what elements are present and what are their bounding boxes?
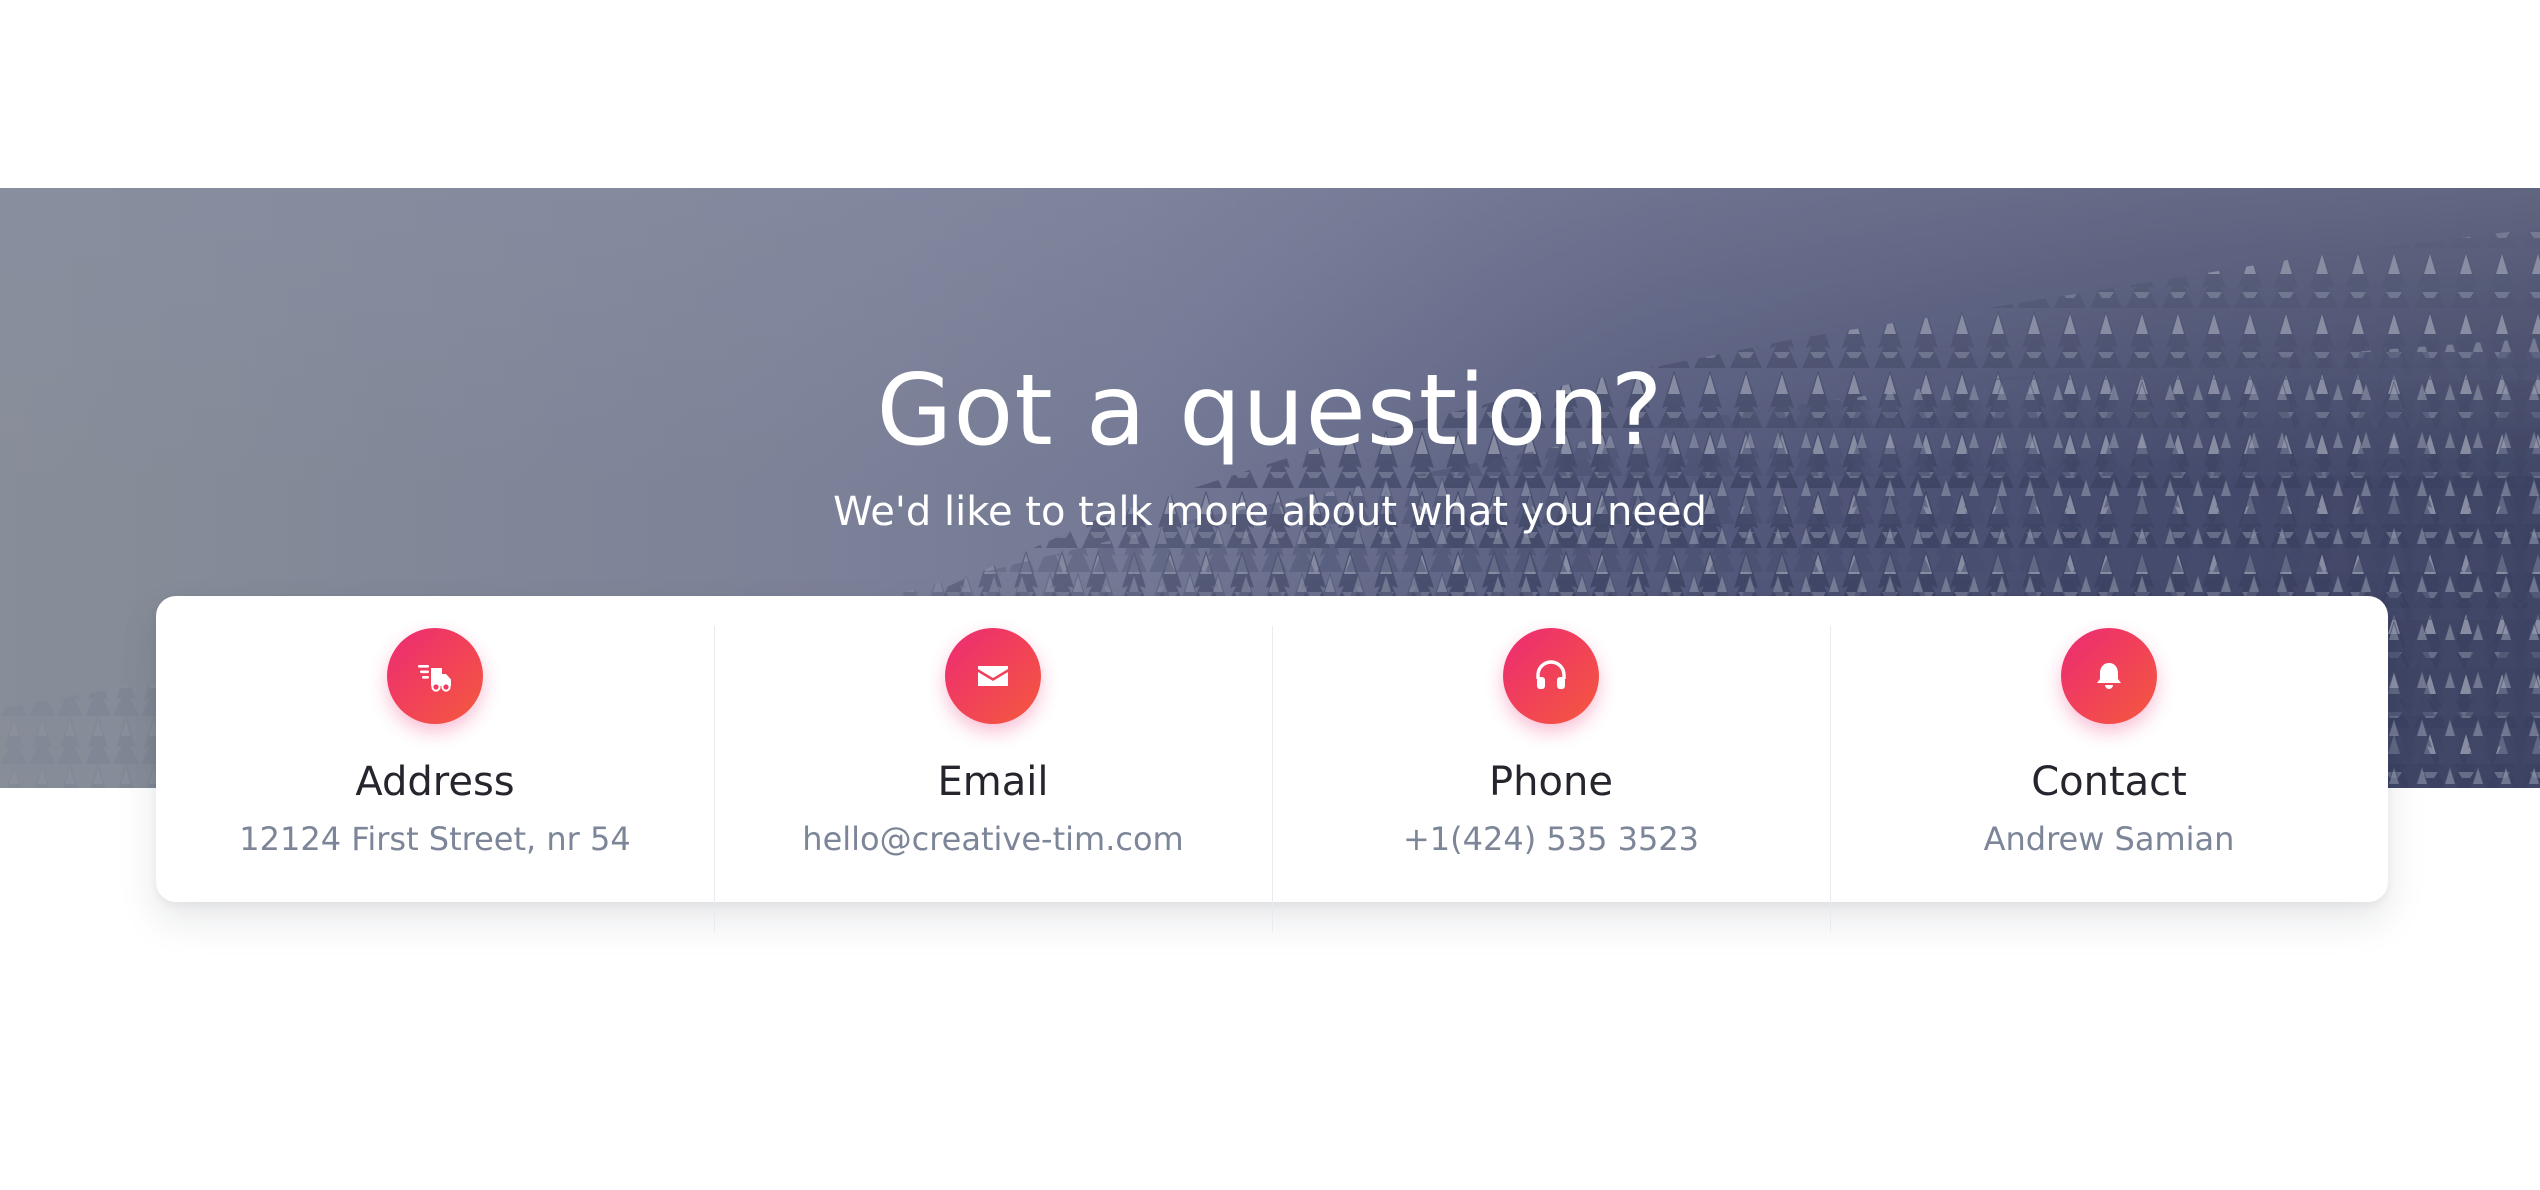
info-title-email: Email: [937, 759, 1049, 805]
delivery-truck-icon: [387, 628, 483, 724]
contact-info-card: Address 12124 First Street, nr 54 Email …: [156, 596, 2388, 932]
bell-icon: [2061, 628, 2157, 724]
info-text-address: 12124 First Street, nr 54: [239, 820, 631, 858]
envelope-icon: [945, 628, 1041, 724]
page: Got a question? We'd like to talk more a…: [0, 0, 2540, 1190]
info-title-contact: Contact: [2031, 759, 2187, 805]
info-text-phone[interactable]: +1(424) 535 3523: [1272, 820, 1830, 858]
info-item-email: Email hello@creative-tim.com: [714, 596, 1272, 932]
info-text-contact: Andrew Samian: [1983, 820, 2235, 858]
info-item-address: Address 12124 First Street, nr 54: [156, 596, 714, 902]
hero-subtitle: We'd like to talk more about what you ne…: [833, 489, 1707, 535]
info-item-phone: Phone +1(424) 535 3523: [1272, 596, 1830, 932]
info-item-contact: Contact Andrew Samian: [1830, 596, 2388, 932]
info-title-phone: Phone: [1489, 759, 1613, 805]
info-text-email[interactable]: hello@creative-tim.com: [714, 820, 1272, 858]
headphones-icon: [1503, 628, 1599, 724]
hero-title: Got a question?: [876, 354, 1664, 468]
info-title-address: Address: [355, 759, 515, 805]
